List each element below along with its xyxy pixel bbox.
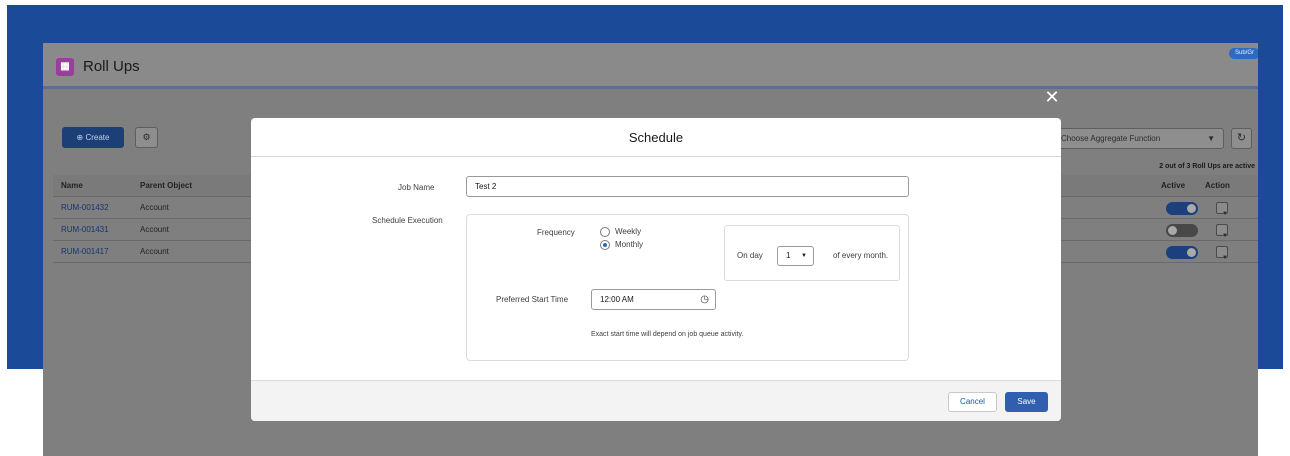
start-time-input[interactable]: 12:00 AM ◷	[591, 289, 716, 310]
active-toggle[interactable]	[1166, 246, 1198, 259]
parent-object-cell: Account	[140, 203, 169, 212]
gear-icon: ⚙	[142, 132, 151, 142]
column-header-action: Action	[1205, 181, 1230, 190]
create-button-label: Create	[85, 133, 110, 142]
rollup-name-link[interactable]: RUM-001431	[61, 219, 109, 241]
frequency-weekly-label[interactable]: Weekly	[615, 227, 641, 236]
day-of-month-value: 1	[786, 251, 791, 260]
row-action-button[interactable]: ▼	[1216, 202, 1228, 217]
cancel-button[interactable]: Cancel	[948, 392, 997, 412]
parent-object-cell: Account	[140, 247, 169, 256]
rollup-name-link[interactable]: RUM-001417	[61, 241, 109, 263]
clock-icon[interactable]: ◷	[700, 290, 709, 309]
row-action-button[interactable]: ▼	[1216, 224, 1228, 239]
column-header-parent-object[interactable]: Parent Object	[140, 175, 192, 197]
frequency-weekly-radio[interactable]	[600, 227, 610, 237]
refresh-icon: ↻	[1236, 132, 1247, 144]
schedule-modal: Schedule Job Name Test 2 Schedule Execut…	[251, 118, 1061, 421]
header-badge[interactable]: Sub/Gr	[1228, 48, 1258, 59]
screen: ▦ Roll Ups Sub/Gr ⊕ Create ⚙ Choose Aggr…	[0, 0, 1290, 456]
start-time-value: 12:00 AM	[600, 295, 634, 304]
active-toggle[interactable]	[1166, 202, 1198, 215]
every-month-label: of every month.	[833, 251, 889, 260]
rollups-app-icon: ▦	[56, 58, 74, 76]
modal-header: Schedule	[251, 118, 1061, 157]
parent-object-cell: Account	[140, 225, 169, 234]
monthly-day-box: On day 1 ▼ of every month.	[724, 225, 900, 281]
start-time-note: Exact start time will depend on job queu…	[591, 331, 744, 338]
create-button[interactable]: ⊕ Create	[62, 127, 124, 148]
preferred-start-time-label: Preferred Start Time	[496, 295, 569, 304]
job-name-input[interactable]: Test 2	[466, 176, 909, 197]
aggregate-function-placeholder: Choose Aggregate Function	[1061, 134, 1161, 143]
app-header: ▦ Roll Ups Sub/Gr	[43, 43, 1258, 89]
column-header-name[interactable]: Name	[61, 175, 83, 197]
modal-title: Schedule	[628, 130, 684, 145]
schedule-execution-label: Schedule Execution	[372, 216, 443, 225]
modal-footer: Cancel Save	[251, 380, 1061, 421]
active-toggle[interactable]	[1166, 224, 1198, 237]
settings-button[interactable]: ⚙	[135, 127, 158, 148]
schedule-execution-box: Frequency Weekly Monthly On day 1 ▼ of e…	[466, 214, 909, 361]
active-count-text: 2 out of 3 Roll Ups are active	[1159, 163, 1255, 170]
rollup-name-link[interactable]: RUM-001432	[61, 197, 109, 219]
app-title: Roll Ups	[83, 58, 140, 75]
frequency-label: Frequency	[537, 228, 575, 237]
chevron-down-icon: ▼	[1222, 255, 1228, 261]
column-header-active: Active	[1161, 181, 1186, 190]
on-day-label: On day	[737, 251, 763, 260]
day-of-month-select[interactable]: 1 ▼	[777, 246, 814, 266]
close-icon[interactable]: ✕	[1043, 88, 1061, 106]
chevron-down-icon: ▼	[1207, 134, 1215, 143]
row-action-button[interactable]: ▼	[1216, 246, 1228, 261]
job-name-label: Job Name	[398, 183, 435, 192]
save-button[interactable]: Save	[1005, 392, 1048, 412]
frequency-monthly-radio[interactable]	[600, 240, 610, 250]
aggregate-function-select[interactable]: Choose Aggregate Function ▼	[1054, 128, 1224, 149]
frequency-monthly-label[interactable]: Monthly	[615, 240, 643, 249]
refresh-button[interactable]: ↻	[1231, 128, 1252, 149]
chevron-down-icon: ▼	[801, 253, 807, 259]
